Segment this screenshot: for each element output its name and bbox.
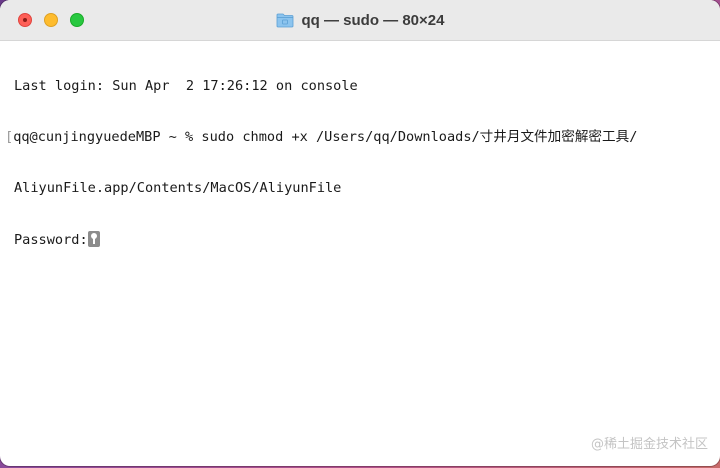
- window-title: qq — sudo — 80×24: [301, 11, 445, 29]
- title-bar[interactable]: qq — sudo — 80×24: [0, 0, 720, 41]
- command-line: qq@cunjingyuedeMBP ~ % sudo chmod +x /Us…: [13, 129, 638, 145]
- terminal-line: Last login: Sun Apr 2 17:26:12 on consol…: [14, 78, 358, 94]
- terminal-line: [qq@cunjingyuedeMBP ~ % sudo chmod +x /U…: [5, 129, 720, 146]
- folder-icon: [276, 13, 293, 28]
- password-prompt: Password:: [14, 232, 88, 248]
- terminal-line: AliyunFile.app/Contents/MacOS/AliyunFile: [14, 180, 342, 196]
- window-title-area: qq — sudo — 80×24: [0, 0, 720, 40]
- terminal-line: Password:: [14, 231, 720, 248]
- watermark: @稀土掘金技术社区: [590, 437, 708, 452]
- key-icon[interactable]: [87, 231, 100, 247]
- prompt-marker: [: [5, 129, 14, 145]
- terminal-output[interactable]: Last login: Sun Apr 2 17:26:12 on consol…: [0, 41, 720, 282]
- terminal-window: qq — sudo — 80×24 Last login: Sun Apr 2 …: [0, 0, 720, 466]
